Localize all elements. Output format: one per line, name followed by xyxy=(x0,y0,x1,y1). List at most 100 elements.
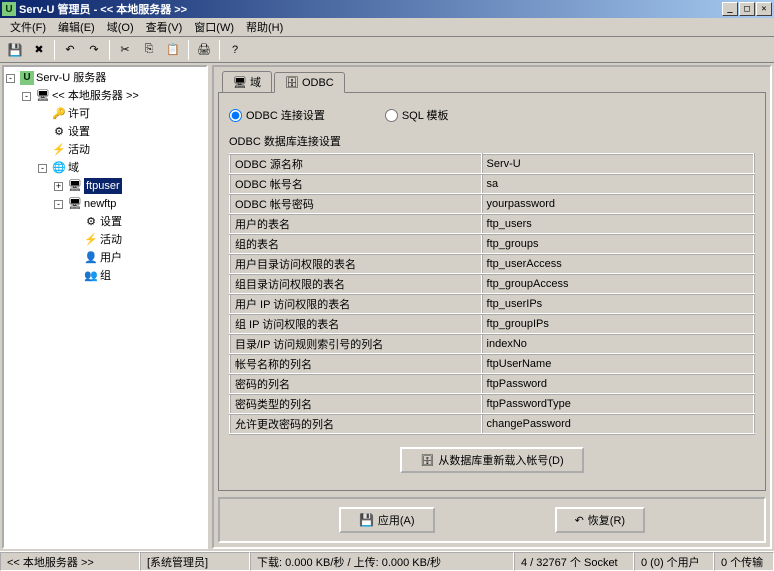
window-title: Serv-U 管理员 - << 本地服务器 >> xyxy=(19,1,722,17)
property-value[interactable]: sa xyxy=(482,174,754,194)
expander-icon[interactable]: - xyxy=(38,164,47,173)
expander-icon[interactable]: - xyxy=(54,200,63,209)
toolbar-help-icon[interactable]: ? xyxy=(224,39,246,61)
expander-icon[interactable]: + xyxy=(54,182,63,191)
tree-root[interactable]: Serv-U 服务器 xyxy=(36,70,106,86)
menu-file[interactable]: 文件(F) xyxy=(4,18,52,36)
property-key[interactable]: 组目录访问权限的表名 xyxy=(230,274,482,294)
property-key[interactable]: ODBC 帐号名 xyxy=(230,174,482,194)
toolbar-save-icon[interactable] xyxy=(4,39,26,61)
property-row: 目录/IP 访问规则索引号的列名indexNo xyxy=(230,334,754,354)
property-value[interactable]: ftpPassword xyxy=(482,374,754,394)
menu-edit[interactable]: 编辑(E) xyxy=(52,18,101,36)
property-row: ODBC 源名称Serv-U xyxy=(230,154,754,174)
monitor-icon xyxy=(68,179,82,193)
property-key[interactable]: 用户目录访问权限的表名 xyxy=(230,254,482,274)
menu-view[interactable]: 查看(V) xyxy=(140,18,189,36)
property-value[interactable]: ftp_groups xyxy=(482,234,754,254)
property-row: 组 IP 访问权限的表名ftp_groupIPs xyxy=(230,314,754,334)
tree-newftp[interactable]: newftp xyxy=(84,196,116,212)
property-key[interactable]: 目录/IP 访问规则索引号的列名 xyxy=(230,334,482,354)
radio-odbc[interactable]: ODBC 连接设置 xyxy=(229,107,325,123)
toolbar-undo-icon[interactable]: ↶ xyxy=(59,39,81,61)
property-value[interactable]: changePassword xyxy=(482,414,754,434)
bolt-icon xyxy=(84,233,98,247)
expander-icon[interactable]: - xyxy=(22,92,31,101)
property-key[interactable]: 用户的表名 xyxy=(230,214,482,234)
globe-icon xyxy=(52,161,66,175)
status-speed: 下载: 0.000 KB/秒 / 上传: 0.000 KB/秒 xyxy=(250,552,514,571)
close-button[interactable]: ✕ xyxy=(756,2,772,16)
menu-window[interactable]: 窗口(W) xyxy=(188,18,240,36)
property-key[interactable]: 帐号名称的列名 xyxy=(230,354,482,374)
property-key[interactable]: 组的表名 xyxy=(230,234,482,254)
property-row: ODBC 帐号密码yourpassword xyxy=(230,194,754,214)
tab-domain[interactable]: 域 xyxy=(222,71,272,92)
tree-local[interactable]: << 本地服务器 >> xyxy=(52,88,139,104)
server-tree[interactable]: -Serv-U 服务器 -<< 本地服务器 >> 许可 设置 活动 -域 xyxy=(6,69,204,285)
tree-d2-settings[interactable]: 设置 xyxy=(100,214,122,230)
database-icon xyxy=(420,454,434,467)
property-value[interactable]: ftpUserName xyxy=(482,354,754,374)
property-key[interactable]: 密码类型的列名 xyxy=(230,394,482,414)
toolbar-cut-icon[interactable]: ✂ xyxy=(114,39,136,61)
radio-sql[interactable]: SQL 模板 xyxy=(385,107,449,123)
property-value[interactable]: ftp_userIPs xyxy=(482,294,754,314)
tree-settings[interactable]: 设置 xyxy=(68,124,90,140)
toolbar-redo-icon[interactable]: ↷ xyxy=(83,39,105,61)
property-value[interactable]: yourpassword xyxy=(482,194,754,214)
property-row: 组的表名ftp_groups xyxy=(230,234,754,254)
app-icon: U xyxy=(2,2,16,16)
toolbar-delete-icon[interactable]: ✖ xyxy=(28,39,50,61)
status-users: 0 (0) 个用户 xyxy=(634,552,714,571)
key-icon xyxy=(52,107,66,121)
property-key[interactable]: 用户 IP 访问权限的表名 xyxy=(230,294,482,314)
property-row: 密码类型的列名ftpPasswordType xyxy=(230,394,754,414)
property-value[interactable]: indexNo xyxy=(482,334,754,354)
property-row: 用户的表名ftp_users xyxy=(230,214,754,234)
bolt-icon xyxy=(52,143,66,157)
property-key[interactable]: 组 IP 访问权限的表名 xyxy=(230,314,482,334)
status-transfers: 0 个传输 xyxy=(714,552,774,571)
tree-d2-users[interactable]: 用户 xyxy=(100,250,122,266)
tree-activity[interactable]: 活动 xyxy=(68,142,90,158)
property-key[interactable]: 允许更改密码的列名 xyxy=(230,414,482,434)
property-value[interactable]: ftpPasswordType xyxy=(482,394,754,414)
property-key[interactable]: 密码的列名 xyxy=(230,374,482,394)
tab-odbc[interactable]: ODBC xyxy=(274,72,345,93)
title-bar: U Serv-U 管理员 - << 本地服务器 >> _ □ ✕ xyxy=(0,0,774,18)
monitor-icon xyxy=(36,89,50,103)
tab-body: ODBC 连接设置 SQL 模板 ODBC 数据库连接设置 ODBC 源名称Se… xyxy=(218,93,766,491)
apply-button[interactable]: 应用(A) xyxy=(339,507,435,533)
property-key[interactable]: ODBC 源名称 xyxy=(230,154,482,174)
property-value[interactable]: Serv-U xyxy=(482,154,754,174)
menu-domain[interactable]: 域(O) xyxy=(101,18,140,36)
section-title: ODBC 数据库连接设置 xyxy=(229,133,755,149)
property-row: ODBC 帐号名sa xyxy=(230,174,754,194)
property-row: 帐号名称的列名ftpUserName xyxy=(230,354,754,374)
restore-button[interactable]: ↶ 恢复(R) xyxy=(555,507,646,533)
tree-d2-activity[interactable]: 活动 xyxy=(100,232,122,248)
expander-icon[interactable]: - xyxy=(6,74,15,83)
property-key[interactable]: ODBC 帐号密码 xyxy=(230,194,482,214)
gear-icon xyxy=(84,215,98,229)
minimize-button[interactable]: _ xyxy=(722,2,738,16)
property-value[interactable]: ftp_groupAccess xyxy=(482,274,754,294)
menu-help[interactable]: 帮助(H) xyxy=(240,18,289,36)
property-value[interactable]: ftp_groupIPs xyxy=(482,314,754,334)
maximize-button[interactable]: □ xyxy=(739,2,755,16)
database-icon xyxy=(285,76,299,89)
property-value[interactable]: ftp_userAccess xyxy=(482,254,754,274)
tree-domains[interactable]: 域 xyxy=(68,160,79,176)
monitor-icon xyxy=(68,197,82,211)
property-row: 用户目录访问权限的表名ftp_userAccess xyxy=(230,254,754,274)
tree-perm[interactable]: 许可 xyxy=(68,106,90,122)
property-value[interactable]: ftp_users xyxy=(482,214,754,234)
property-table: ODBC 源名称Serv-UODBC 帐号名saODBC 帐号密码yourpas… xyxy=(229,153,755,435)
toolbar-print-icon[interactable]: 🖨 xyxy=(193,39,215,61)
reload-button[interactable]: 从数据库重新载入帐号(D) xyxy=(400,447,583,473)
toolbar-paste-icon[interactable]: 📋 xyxy=(162,39,184,61)
toolbar-copy-icon[interactable]: ⎘ xyxy=(138,39,160,61)
tree-ftpuser[interactable]: ftpuser xyxy=(84,178,122,194)
tree-d2-groups[interactable]: 组 xyxy=(100,268,111,284)
